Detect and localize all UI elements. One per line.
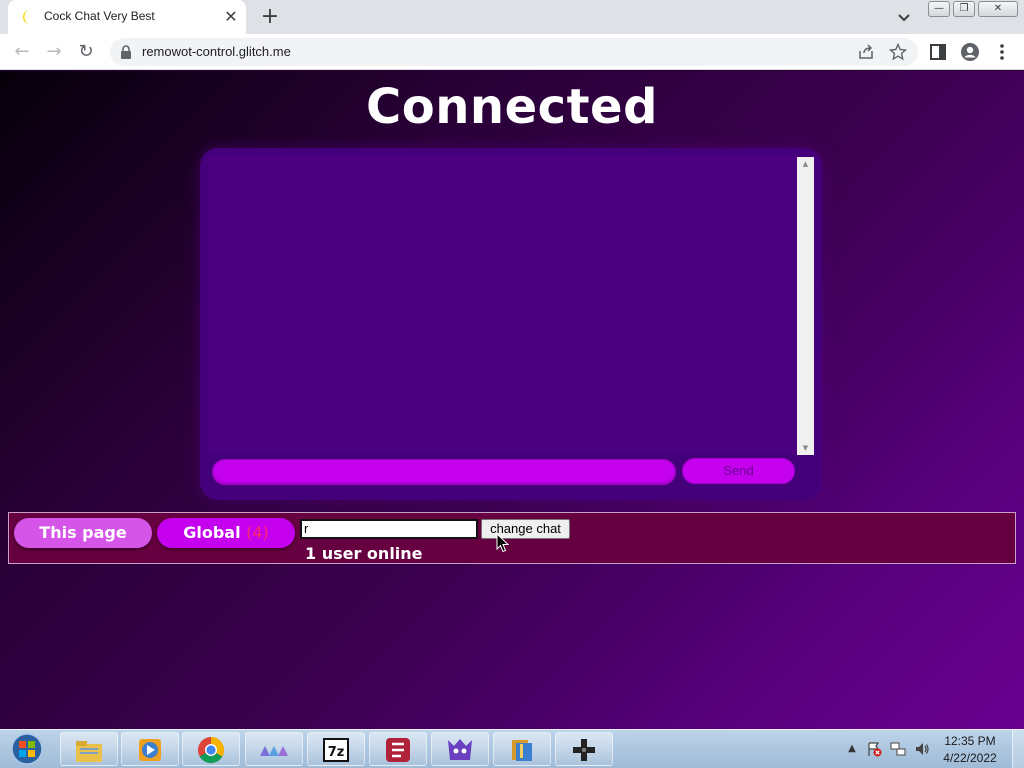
scroll-down-icon[interactable]: ▼ xyxy=(797,441,814,455)
folder-icon xyxy=(76,741,102,762)
taskbar-filezilla[interactable] xyxy=(369,732,427,766)
media-player-icon xyxy=(139,739,161,761)
filezilla-icon xyxy=(386,738,410,762)
taskbar-media-player[interactable] xyxy=(121,732,179,766)
tab-global-label: Global xyxy=(183,523,241,542)
tab-this-page[interactable]: This page xyxy=(14,518,152,548)
chat-controls-bar: This page Global (4) r change chat 1 use… xyxy=(8,512,1016,564)
volume-icon[interactable] xyxy=(914,741,930,757)
action-center-flag-icon[interactable] xyxy=(866,741,882,757)
chat-panel: ▲ ▼ Send xyxy=(200,148,822,500)
start-orb-icon[interactable] xyxy=(6,732,48,766)
share-icon[interactable] xyxy=(857,43,875,61)
browser-tabstrip: Cock Chat Very Best ✕ + — ❐ ✕ xyxy=(0,0,1024,34)
lock-icon xyxy=(121,45,131,59)
taskbar-gamepad-app[interactable] xyxy=(555,732,613,766)
taskbar-triangles-app[interactable] xyxy=(245,732,303,766)
restore-button[interactable]: ❐ xyxy=(953,1,975,17)
chat-name-input[interactable]: r xyxy=(300,519,478,539)
page-viewport: Connected ▲ ▼ Send This page Global (4) … xyxy=(0,71,1024,729)
clock-date[interactable]: 4/22/2022 xyxy=(930,751,1010,765)
character-app-icon xyxy=(448,739,472,760)
reload-button[interactable]: ↻ xyxy=(74,40,98,64)
global-count-badge: (4) xyxy=(246,523,269,542)
archive-app-icon xyxy=(512,740,532,761)
network-icon[interactable] xyxy=(890,741,906,757)
forward-button[interactable]: → xyxy=(42,40,66,64)
message-input[interactable] xyxy=(212,459,676,485)
close-window-button[interactable]: ✕ xyxy=(978,1,1018,17)
taskbar-chrome[interactable] xyxy=(182,732,240,766)
gamepad-icon xyxy=(573,739,595,761)
bookmark-star-icon[interactable] xyxy=(889,43,907,61)
address-bar[interactable]: remowot-control.glitch.me xyxy=(110,38,918,66)
tab-global[interactable]: Global (4) xyxy=(157,518,295,548)
back-button[interactable]: ← xyxy=(10,40,34,64)
tab-close-icon[interactable]: ✕ xyxy=(222,8,240,26)
tab-search-icon[interactable] xyxy=(894,7,914,27)
7zip-icon: 7z xyxy=(323,738,349,762)
minimize-button[interactable]: — xyxy=(928,1,950,17)
messages-area[interactable] xyxy=(208,156,798,454)
tray-expand-icon[interactable]: ▲ xyxy=(844,741,860,757)
chrome-icon xyxy=(198,736,225,764)
taskbar-7zip[interactable]: 7z xyxy=(307,732,365,766)
mouse-pointer-icon xyxy=(496,533,510,553)
svg-text:7z: 7z xyxy=(328,745,345,760)
clock-time[interactable]: 12:35 PM xyxy=(930,734,1010,748)
browser-toolbar: ← → ↻ remowot-control.glitch.me xyxy=(0,34,1024,70)
change-chat-button[interactable]: change chat xyxy=(481,519,570,539)
scroll-up-icon[interactable]: ▲ xyxy=(797,157,814,171)
triangles-app-icon xyxy=(260,746,288,756)
profile-avatar-icon[interactable] xyxy=(960,42,980,62)
taskbar-character-app[interactable] xyxy=(431,732,489,766)
new-tab-button[interactable]: + xyxy=(258,5,282,29)
menu-kebab-icon[interactable] xyxy=(992,42,1012,62)
online-status: 1 user online xyxy=(305,544,423,563)
taskbar-archive-app[interactable] xyxy=(493,732,551,766)
tab-title: Cock Chat Very Best xyxy=(44,9,155,23)
windows-taskbar: 7z ▲ 12:35 PM 4/22/2022 xyxy=(0,729,1024,768)
browser-tab[interactable]: Cock Chat Very Best ✕ xyxy=(8,0,246,34)
side-panel-icon[interactable] xyxy=(928,42,948,62)
show-desktop-button[interactable] xyxy=(1012,730,1024,768)
url-text: remowot-control.glitch.me xyxy=(142,44,291,59)
page-title: Connected xyxy=(366,79,658,135)
taskbar-explorer[interactable] xyxy=(60,732,118,766)
moon-icon xyxy=(23,10,30,24)
send-button[interactable]: Send xyxy=(682,458,795,484)
messages-scrollbar[interactable]: ▲ ▼ xyxy=(797,157,814,455)
